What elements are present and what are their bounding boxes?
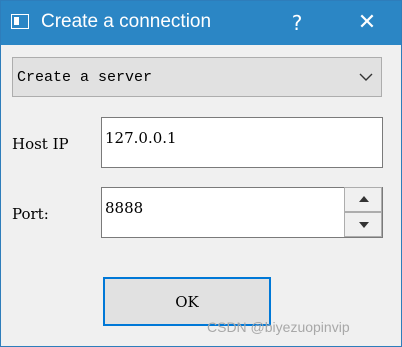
spin-up-icon — [359, 196, 369, 202]
spin-down-button[interactable] — [344, 212, 382, 237]
ok-button-label: OK — [175, 293, 199, 311]
app-window-icon — [11, 14, 29, 29]
chevron-down-icon — [359, 73, 373, 81]
port-input[interactable]: 8888 — [101, 187, 383, 238]
dialog-window: Create a connection ? ✕ Create a server … — [0, 0, 402, 347]
port-spinner — [344, 187, 382, 237]
port-value: 8888 — [105, 199, 144, 217]
spin-down-icon — [359, 222, 369, 228]
title-bar[interactable]: Create a connection ? ✕ — [1, 1, 401, 45]
dialog-title: Create a connection — [41, 11, 212, 32]
host-ip-value: 127.0.0.1 — [105, 129, 177, 147]
mode-select-value: Create a server — [17, 69, 153, 86]
port-label: Port: — [12, 205, 49, 223]
mode-select[interactable]: Create a server — [12, 57, 382, 97]
help-button[interactable]: ? — [283, 9, 311, 37]
host-ip-label: Host IP — [12, 135, 69, 153]
close-button[interactable]: ✕ — [349, 9, 385, 37]
host-ip-input[interactable]: 127.0.0.1 — [101, 117, 383, 168]
spin-up-button[interactable] — [344, 187, 382, 212]
watermark: CSDN @biyezuopinvip — [207, 319, 350, 335]
